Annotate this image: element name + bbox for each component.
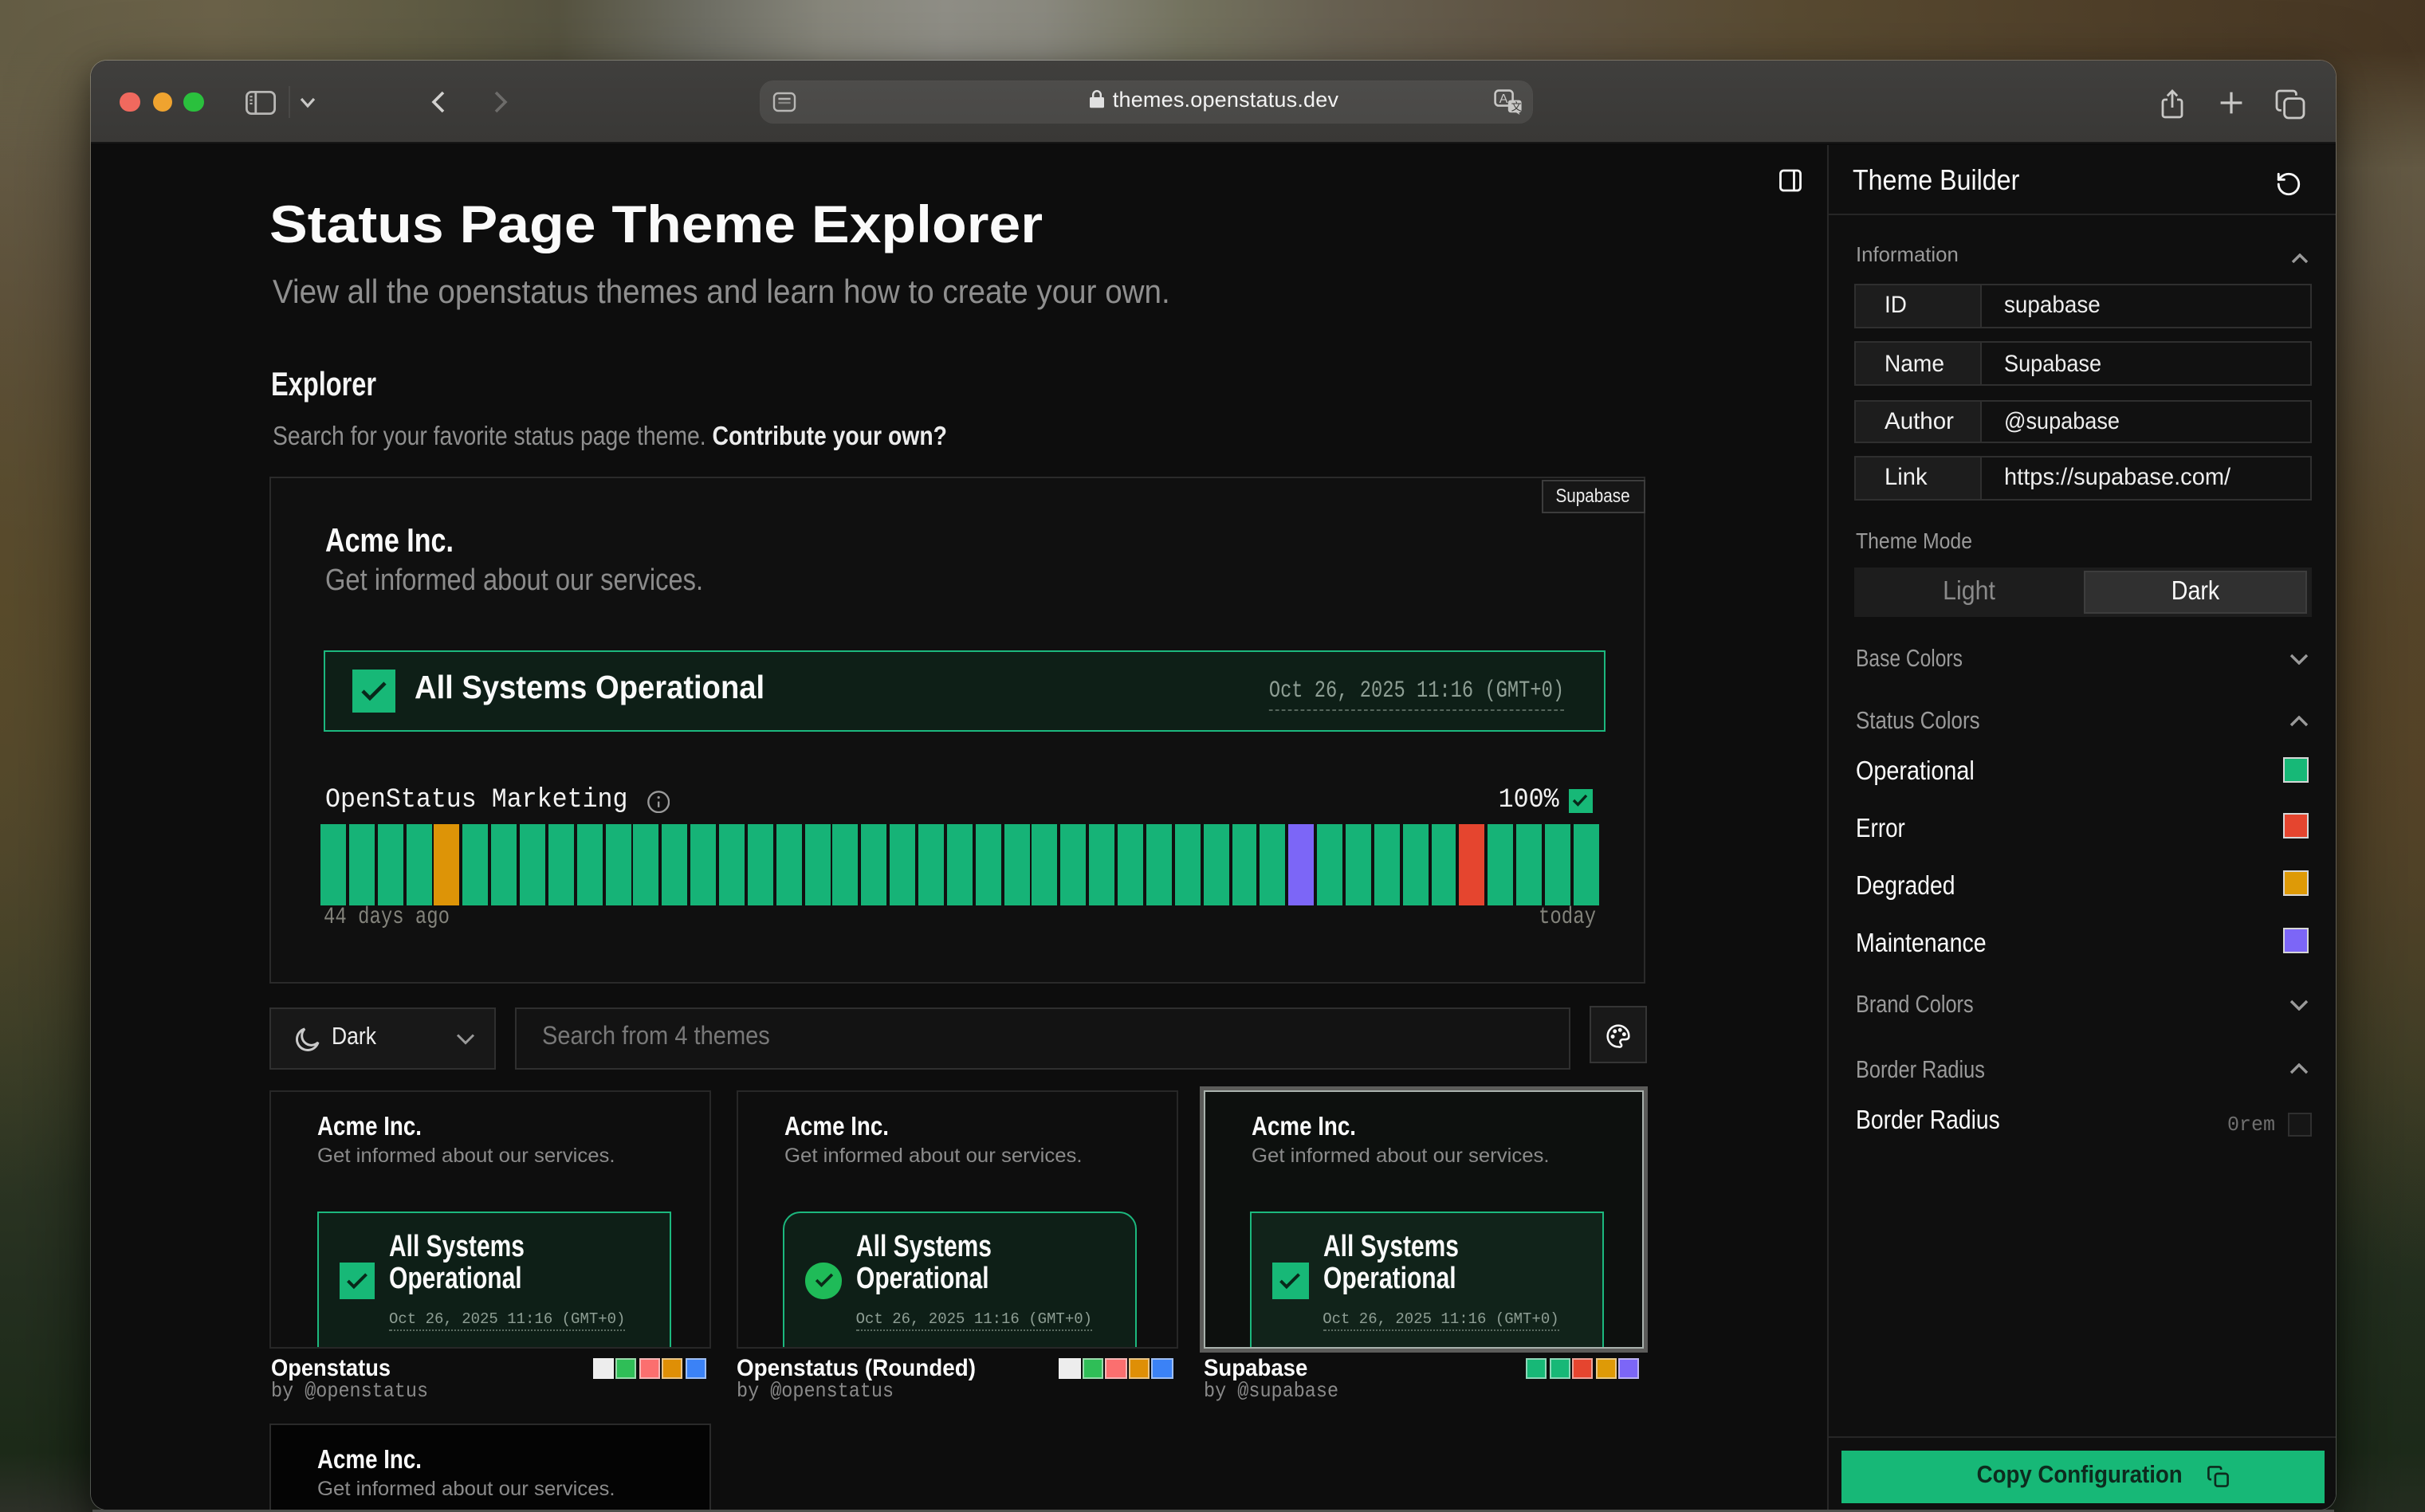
svg-text:A: A <box>1499 92 1508 105</box>
svg-text:文: 文 <box>1511 100 1522 112</box>
